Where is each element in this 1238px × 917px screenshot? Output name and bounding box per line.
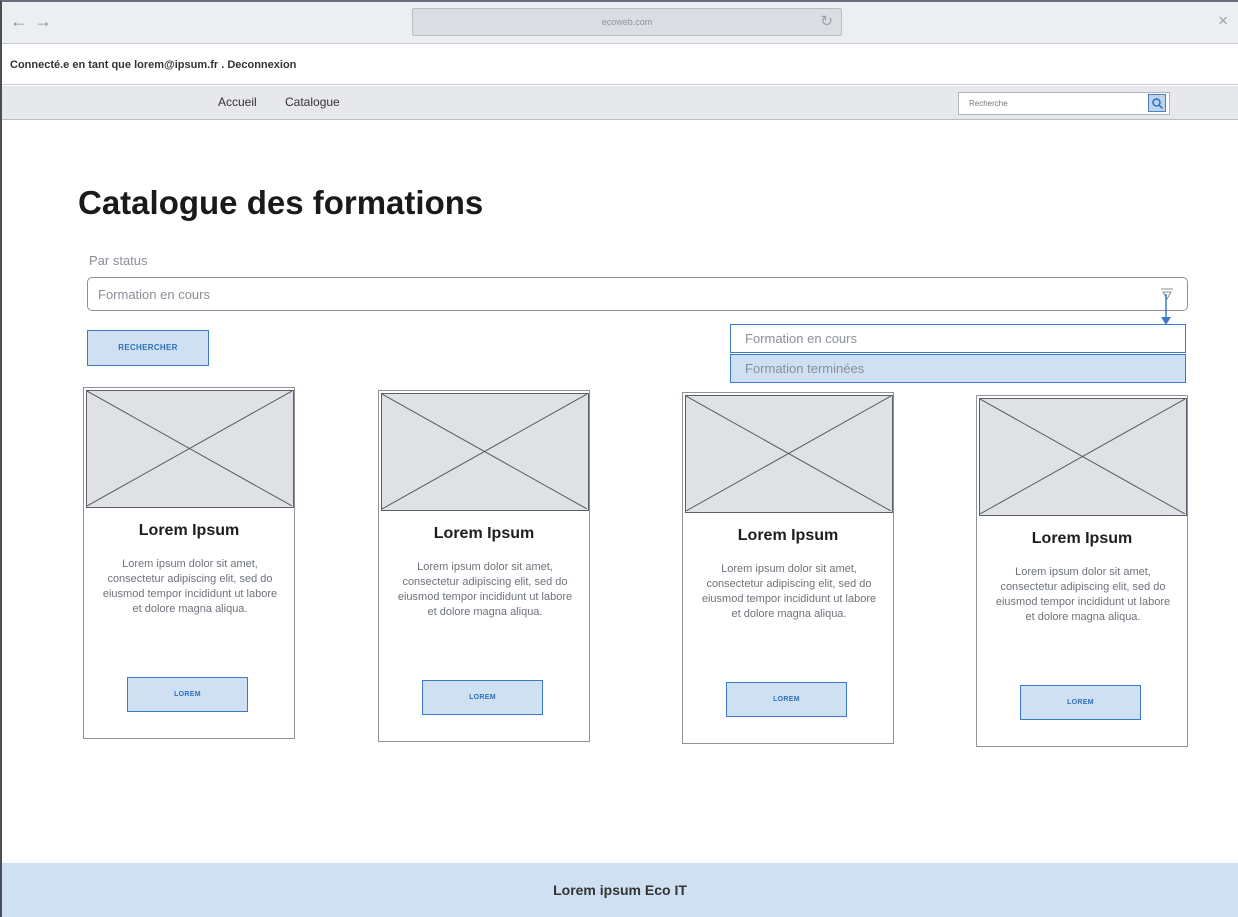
filter-label: Par status: [89, 253, 148, 268]
image-placeholder-icon: [87, 391, 292, 506]
login-status-text[interactable]: Connecté.e en tant que lorem@ipsum.fr . …: [10, 59, 296, 71]
main-nav: Accueil Catalogue: [2, 86, 1238, 120]
card-title: Lorem Ipsum: [433, 525, 535, 542]
image-placeholder: [685, 395, 893, 513]
nav-link-accueil[interactable]: Accueil: [218, 95, 257, 109]
browser-toolbar: ← → ecoweb.com ↻ ×: [2, 2, 1238, 44]
course-card: Lorem Ipsum Lorem ipsum dolor sit amet, …: [976, 395, 1188, 747]
footer-text: Lorem ipsum Eco IT: [553, 882, 687, 898]
card-button[interactable]: LOREM: [422, 680, 543, 715]
course-card: Lorem Ipsum Lorem ipsum dolor sit amet, …: [682, 392, 894, 744]
card-description: Lorem ipsum dolor sit amet, consectetur …: [995, 566, 1171, 623]
user-status-bar: Connecté.e en tant que lorem@ipsum.fr . …: [2, 45, 1238, 85]
image-placeholder-icon: [980, 399, 1185, 514]
card-description: Lorem ipsum dolor sit amet, consectetur …: [102, 558, 278, 615]
page-title: Catalogue des formations: [78, 184, 484, 221]
search-button[interactable]: [1148, 94, 1166, 112]
search-input[interactable]: [959, 93, 1139, 114]
image-placeholder: [381, 393, 589, 511]
back-arrow-icon[interactable]: ←: [10, 11, 28, 32]
course-card: Lorem Ipsum Lorem ipsum dolor sit amet, …: [378, 390, 590, 742]
status-select[interactable]: Formation en cours: [87, 277, 1188, 311]
image-placeholder: [979, 398, 1187, 516]
card-title: Lorem Ipsum: [737, 527, 839, 544]
status-dropdown-menu: Formation en cours Formation terminées: [730, 324, 1186, 384]
dropdown-option-en-cours[interactable]: Formation en cours: [730, 324, 1186, 353]
rechercher-button[interactable]: RECHERCHER: [87, 330, 209, 366]
card-title: Lorem Ipsum: [138, 522, 240, 539]
nav-link-catalogue[interactable]: Catalogue: [285, 95, 340, 109]
search-icon: [1152, 98, 1164, 110]
card-button[interactable]: LOREM: [726, 682, 847, 717]
url-text: ecoweb.com: [601, 17, 653, 27]
card-button[interactable]: LOREM: [127, 677, 248, 712]
address-bar[interactable]: ecoweb.com ↻: [412, 8, 842, 36]
image-placeholder-icon: [382, 394, 587, 509]
card-title: Lorem Ipsum: [1031, 530, 1133, 547]
search-box: [958, 92, 1170, 115]
card-description: Lorem ipsum dolor sit amet, consectetur …: [397, 561, 573, 618]
dropdown-arrow-icon: [1161, 294, 1171, 325]
image-placeholder-icon: [686, 396, 891, 511]
reload-icon[interactable]: ↻: [820, 12, 833, 32]
forward-arrow-icon[interactable]: →: [34, 11, 52, 32]
card-description: Lorem ipsum dolor sit amet, consectetur …: [701, 563, 877, 620]
footer: Lorem ipsum Eco IT: [2, 863, 1238, 917]
close-icon[interactable]: ×: [1218, 11, 1228, 31]
image-placeholder: [86, 390, 294, 508]
browser-window: ← → ecoweb.com ↻ × Connecté.e en tant qu…: [0, 0, 1238, 917]
course-card: Lorem Ipsum Lorem ipsum dolor sit amet, …: [83, 387, 295, 739]
card-button[interactable]: LOREM: [1020, 685, 1141, 720]
dropdown-option-terminees[interactable]: Formation terminées: [730, 354, 1186, 383]
select-value: Formation en cours: [98, 287, 210, 302]
